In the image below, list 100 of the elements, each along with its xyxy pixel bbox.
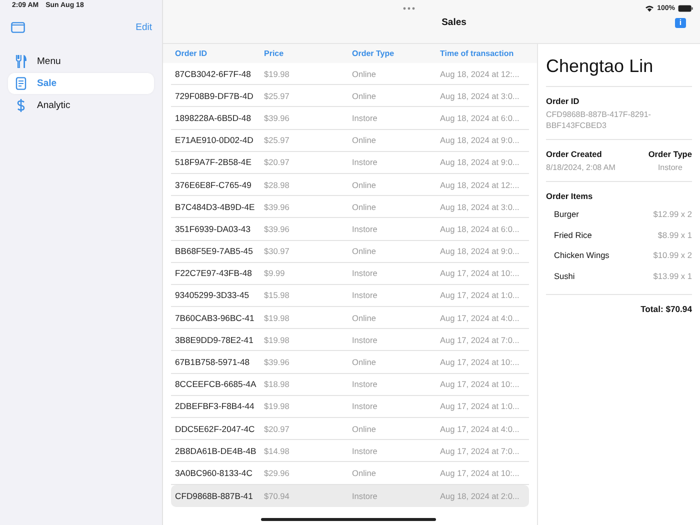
- table-row[interactable]: 8CCEEFCB-6685-4A $18.98 Instore Aug 17, 2024 at 10:...: [171, 374, 529, 396]
- table-cell-text: 2DBEFBF3-F8B4-44: [175, 401, 256, 412]
- table-cell-text: 376E6E8F-C765-49: [175, 180, 252, 190]
- table-cell-text: 2B8DA61B-DE4B-4B: [175, 446, 258, 456]
- table-cell-text: Aug 17, 2024 at 10:...: [440, 379, 520, 390]
- table-cell-text: Aug 18, 2024 at 6:0...: [440, 112, 520, 123]
- sidebar-item[interactable]: Analytic: [8, 95, 154, 116]
- table-row[interactable]: 376E6E8F-C765-49 $28.98 Online Aug 18, 2024 at 12:...: [171, 174, 529, 196]
- table-cell-text: CFD9868B-887B-41: [175, 490, 254, 501]
- battery-icon: [678, 4, 693, 12]
- table-cell-text: $14.98: [264, 446, 290, 456]
- table-cell-text: Aug 18, 2024 at 9:0...: [440, 135, 520, 146]
- table-row[interactable]: 518F9A7F-2B58-4E $20.97 Instore Aug 18, 2024 at 9:0...: [171, 152, 529, 174]
- table-cell-text: $39.96: [264, 112, 290, 123]
- table-cell-text: 1898228A-6B5D-48: [175, 112, 252, 123]
- table-cell-text: Aug 17, 2024 at 10:...: [440, 357, 520, 368]
- table-cell-text: Aug 17, 2024 at 10:...: [440, 468, 520, 478]
- table-cell-text: Online: [352, 357, 377, 368]
- table-cell-text: 67B1B758-5971-48: [175, 357, 251, 368]
- table-cell-text: Online: [352, 90, 377, 101]
- table-cell-text: 7B60CAB3-96BC-41: [175, 312, 256, 323]
- table-cell-text: Aug 18, 2024 at 6:0...: [440, 224, 520, 234]
- fork-knife-icon: [15, 55, 27, 68]
- item-name: Sushi: [554, 270, 575, 281]
- more-dots-icon[interactable]: [403, 6, 416, 10]
- table-row[interactable]: 2DBEFBF3-F8B4-44 $19.98 Instore Aug 17, 2024 at 1:0...: [171, 396, 529, 418]
- table-cell-text: Aug 18, 2024 at 9:0...: [440, 157, 520, 168]
- table-row[interactable]: 87CB3042-6F7F-48 $19.98 Online Aug 18, 2024 at 12:...: [171, 63, 529, 86]
- field-label: Order Items: [546, 191, 594, 201]
- table-cell-text: Instore: [352, 490, 378, 501]
- table-cell-text: 351F6939-DA03-43: [175, 224, 252, 234]
- table-cell-text: Instore: [352, 290, 378, 300]
- page-title: Sales: [442, 17, 466, 28]
- table-cell-text: Instore: [352, 446, 378, 456]
- table-cell-text: Online: [352, 135, 377, 146]
- sidebar-item[interactable]: Menu: [8, 51, 154, 72]
- table-cell-text: 8CCEEFCB-6685-4A: [175, 379, 258, 390]
- table-cell-text: $19.98: [264, 68, 290, 79]
- item-name: Burger: [554, 209, 579, 220]
- table-row[interactable]: 7B60CAB3-96BC-41 $19.98 Online Aug 17, 2024 at 4:0...: [171, 307, 529, 330]
- table-cell-text: B7C484D3-4B9D-4E: [175, 202, 256, 212]
- table-cell-text: Online: [352, 180, 377, 190]
- info-button[interactable]: i: [674, 18, 686, 28]
- item-name: Fried Rice: [554, 230, 592, 240]
- table-cell-text: Instore: [352, 157, 378, 168]
- table-cell-text: BB68F5E9-7AB5-45: [175, 246, 254, 256]
- table-row[interactable]: F22C7E97-43FB-48 $9.99 Instore Aug 17, 2024 at 10:...: [171, 262, 529, 285]
- table-cell-text: Aug 18, 2024 at 3:0...: [440, 90, 520, 101]
- customer-name: Chengtao Lin: [546, 56, 654, 77]
- item-price: $13.99 x 1: [653, 270, 692, 281]
- table-cell-text: Aug 17, 2024 at 1:0...: [440, 401, 520, 412]
- table-row[interactable]: CFD9868B-887B-41 $70.94 Instore Aug 18, 2024 at 2:0...: [171, 484, 529, 507]
- table-row[interactable]: 67B1B758-5971-48 $39.96 Online Aug 17, 2024 at 10:...: [171, 351, 529, 374]
- table-cell-text: $19.98: [264, 334, 290, 345]
- table-row[interactable]: 351F6939-DA03-43 $39.96 Instore Aug 18, 2024 at 6:0...: [171, 218, 529, 240]
- table-cell-text: Instore: [352, 401, 378, 412]
- table-cell-text: $25.97: [264, 135, 290, 146]
- table-cell-text: Instore: [352, 379, 378, 390]
- table-cell-text: 518F9A7F-2B58-4E: [175, 157, 252, 168]
- table-cell-text: Online: [352, 202, 377, 212]
- table-cell-text: $20.97: [264, 157, 290, 168]
- order-id-value: CFD9868B-887B-417F-8291-BBF143FCBED3: [546, 109, 652, 131]
- dollar-icon: [15, 99, 27, 112]
- item-price: $12.99 x 2: [653, 209, 692, 220]
- table-row[interactable]: DDC5E62F-2047-4C $20.97 Online Aug 17, 2024 at 4:0...: [171, 418, 529, 440]
- table-cell-text: $25.97: [264, 90, 290, 101]
- item-name: Chicken Wings: [554, 250, 610, 260]
- table-cell-text: $39.96: [264, 224, 290, 234]
- table-row[interactable]: B7C484D3-4B9D-4E $39.96 Online Aug 18, 2024 at 3:0...: [171, 196, 529, 218]
- table-cell-text: $19.98: [264, 312, 290, 323]
- field-label: Order Created: [546, 149, 603, 159]
- table-cell-text: $18.98: [264, 379, 290, 390]
- table-cell-text: Aug 17, 2024 at 4:0...: [440, 424, 520, 434]
- table-cell-text: F22C7E97-43FB-48: [175, 268, 253, 278]
- sidebar-toggle-icon[interactable]: [11, 22, 25, 32]
- table-row[interactable]: E71AE910-0D02-4D $25.97 Online Aug 18, 2024 at 9:0...: [171, 130, 529, 152]
- table-cell-text: Aug 18, 2024 at 2:0...: [440, 490, 520, 501]
- table-cell-text: $9.99: [264, 268, 286, 278]
- table-cell-text: 729F08B9-DF7B-4D: [175, 90, 254, 101]
- table-cell-text: Aug 18, 2024 at 9:0...: [440, 246, 520, 256]
- document-icon: [15, 77, 27, 90]
- order-created-value: 8/18/2024, 2:08 AM: [546, 162, 616, 173]
- table-cell-text: Instore: [352, 112, 378, 123]
- table-cell-text: $39.96: [264, 357, 290, 368]
- table-row[interactable]: 2B8DA61B-DE4B-4B $14.98 Instore Aug 17, 2024 at 7:0...: [171, 440, 529, 462]
- table-row[interactable]: 3B8E9DD9-78E2-41 $19.98 Instore Aug 17, 2024 at 7:0...: [171, 329, 529, 352]
- table-cell-text: Online: [352, 424, 377, 434]
- table-cell-text: Aug 17, 2024 at 1:0...: [440, 290, 520, 300]
- table-cell-text: Online: [352, 68, 377, 79]
- table-row[interactable]: 93405299-3D33-45 $15.98 Instore Aug 17, 2024 at 1:0...: [171, 284, 529, 308]
- table-cell-text: Instore: [352, 268, 378, 278]
- table-row[interactable]: BB68F5E9-7AB5-45 $30.97 Online Aug 18, 2024 at 9:0...: [171, 240, 529, 263]
- table-cell-text: Aug 18, 2024 at 3:0...: [440, 202, 520, 212]
- table-row[interactable]: 1898228A-6B5D-48 $39.96 Instore Aug 18, 2024 at 6:0...: [171, 107, 529, 130]
- table-cell-text: Aug 18, 2024 at 12:...: [440, 68, 520, 79]
- table-row[interactable]: 729F08B9-DF7B-4D $25.97 Online Aug 18, 2024 at 3:0...: [171, 85, 529, 108]
- table-cell-text: Aug 17, 2024 at 10:...: [440, 268, 520, 278]
- table-cell-text: 93405299-3D33-45: [175, 290, 250, 300]
- table-cell-text: $28.98: [264, 180, 290, 190]
- order-type-value: Instore: [656, 162, 684, 173]
